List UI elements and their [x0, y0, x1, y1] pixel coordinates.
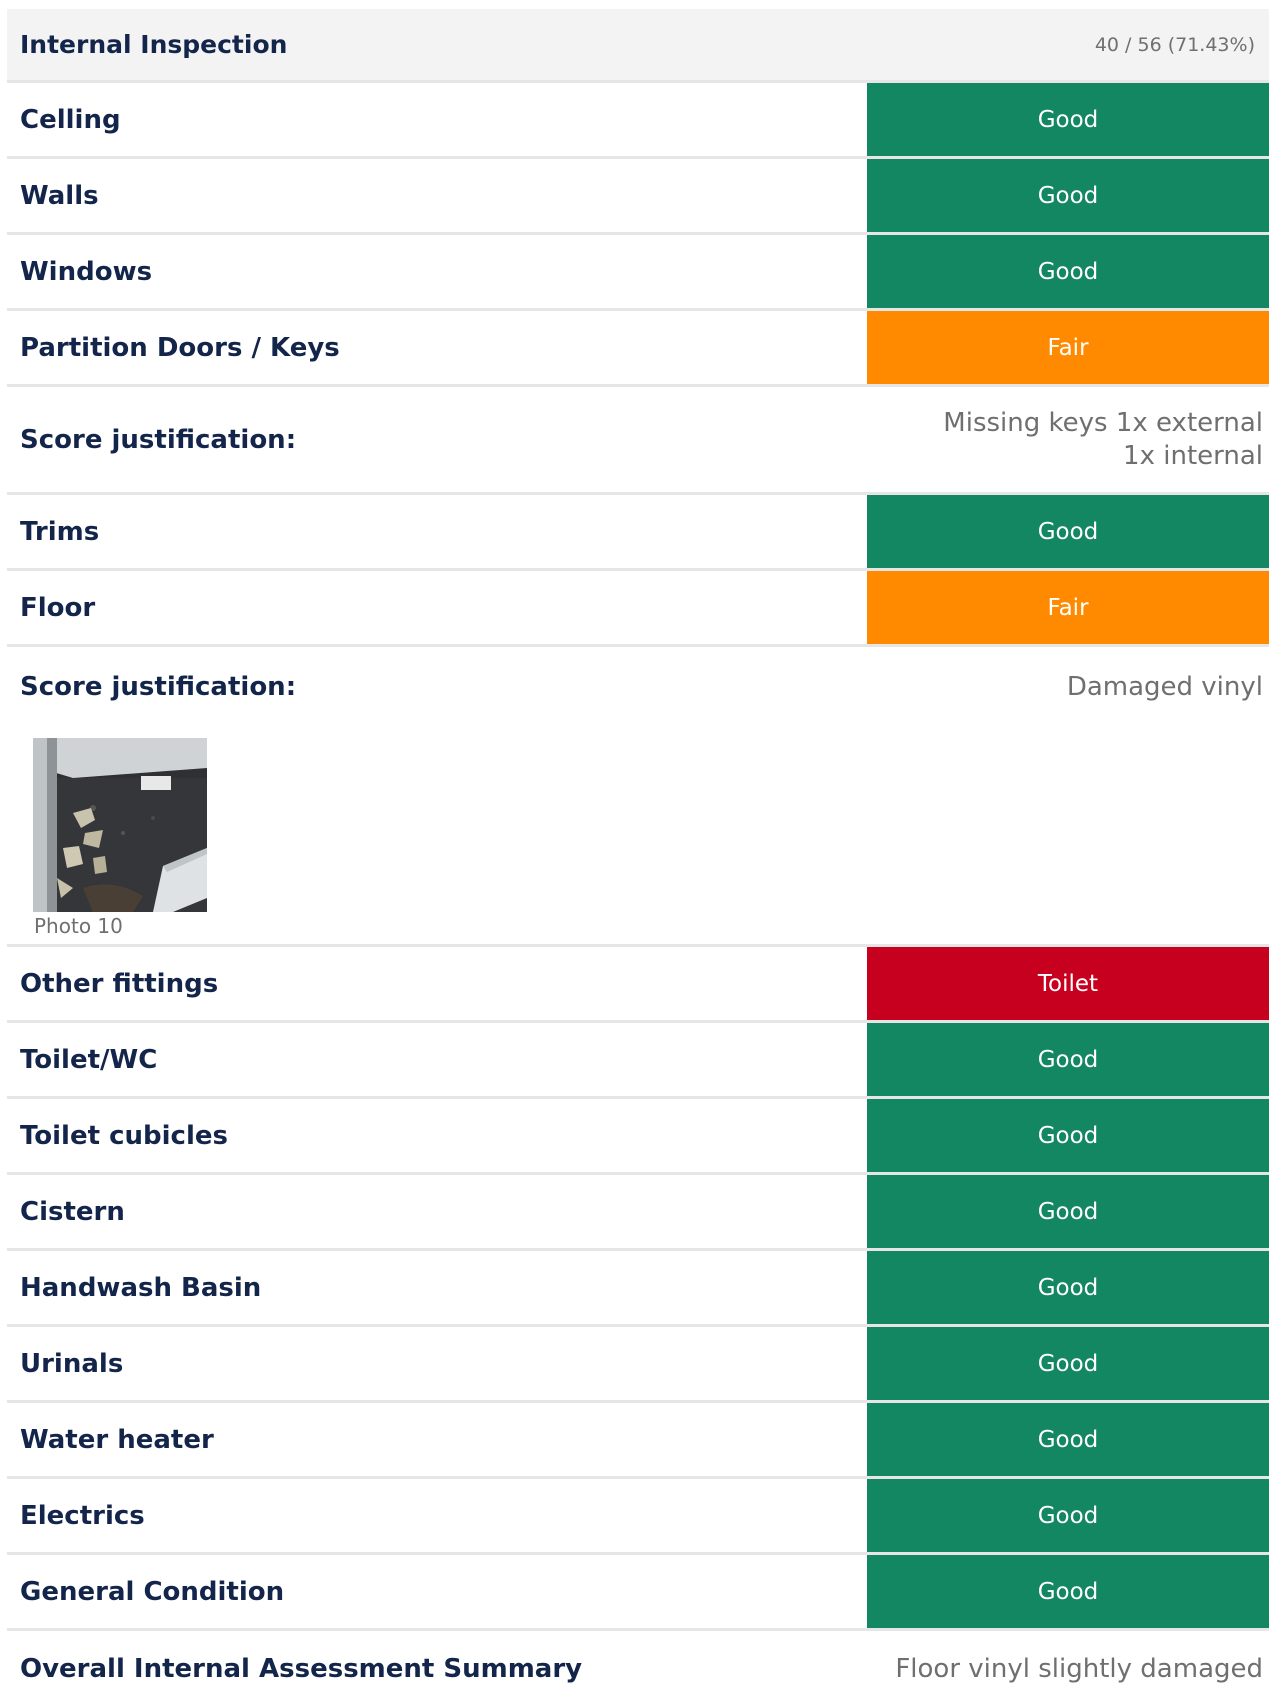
- inspection-item-label: Trims: [20, 516, 100, 547]
- section-header: Internal Inspection 40 / 56 (71.43%): [7, 9, 1269, 83]
- rating-badge: Good: [867, 1099, 1269, 1172]
- inspection-row: General Condition Good: [7, 1555, 1269, 1631]
- inspection-row: Celling Good: [7, 83, 1269, 159]
- inspection-row: Windows Good: [7, 235, 1269, 311]
- justification-label: Score justification:: [20, 424, 297, 455]
- inspection-row: Urinals Good: [7, 1327, 1269, 1403]
- floor-photo-graphic: [33, 738, 207, 912]
- inspection-item-label: Water heater: [20, 1424, 214, 1455]
- rating-badge: Good: [867, 235, 1269, 308]
- inspection-row: Partition Doors / Keys Fair: [7, 311, 1269, 387]
- inspection-report: Internal Inspection 40 / 56 (71.43%) Cel…: [7, 9, 1269, 1707]
- inspection-item-label: Windows: [20, 256, 153, 287]
- rating-badge: Good: [867, 1403, 1269, 1476]
- rating-badge: Fair: [867, 571, 1269, 644]
- section-title: Internal Inspection: [20, 30, 288, 59]
- inspection-row: Handwash Basin Good: [7, 1251, 1269, 1327]
- inspection-item-label: Electrics: [20, 1500, 145, 1531]
- inspection-row: Toilet/WC Good: [7, 1023, 1269, 1099]
- inspection-row: Other fittings Toilet: [7, 947, 1269, 1023]
- summary-value: Floor vinyl slightly damaged: [895, 1653, 1263, 1684]
- inspection-items-group-c: Other fittings Toilet Toilet/WC Good Toilet …: [7, 947, 1269, 1631]
- justification-value: Damaged vinyl: [1066, 671, 1263, 702]
- inspection-item-label: General Condition: [20, 1576, 285, 1607]
- section-score: 40 / 56 (71.43%): [1094, 33, 1255, 56]
- rating-badge: Good: [867, 1251, 1269, 1324]
- inspection-row: Trims Good: [7, 495, 1269, 571]
- inspection-row: Toilet cubicles Good: [7, 1099, 1269, 1175]
- score-justification-floor: Score justification: Damaged vinyl Photo…: [7, 647, 1269, 947]
- inspection-item-label: Celling: [20, 104, 121, 135]
- rating-badge: Good: [867, 1327, 1269, 1400]
- inspection-row: Water heater Good: [7, 1403, 1269, 1479]
- rating-badge: Good: [867, 1479, 1269, 1552]
- inspection-items-group-b: Trims Good Floor Fair: [7, 495, 1269, 647]
- inspection-item-label: Floor: [20, 592, 96, 623]
- rating-badge: Good: [867, 1555, 1269, 1628]
- inspection-row: Cistern Good: [7, 1175, 1269, 1251]
- rating-badge: Toilet: [867, 947, 1269, 1020]
- inspection-item-label: Toilet/WC: [20, 1044, 158, 1075]
- rating-badge: Good: [867, 159, 1269, 232]
- inspection-item-label: Walls: [20, 180, 99, 211]
- justification-label: Score justification:: [20, 672, 297, 702]
- rating-badge: Good: [867, 495, 1269, 568]
- inspection-row: Electrics Good: [7, 1479, 1269, 1555]
- inspection-item-label: Urinals: [20, 1348, 124, 1379]
- photo-thumbnail[interactable]: Photo 10: [33, 738, 207, 938]
- inspection-item-label: Other fittings: [20, 968, 219, 999]
- inspection-row: Floor Fair: [7, 571, 1269, 647]
- inspection-items-group-a: Celling Good Walls Good Windows Good Partition…: [7, 83, 1269, 387]
- inspection-item-label: Handwash Basin: [20, 1272, 262, 1303]
- score-justification-keys: Score justification: Missing keys 1x ext…: [7, 387, 1269, 495]
- rating-badge: Good: [867, 1023, 1269, 1096]
- photo-caption: Photo 10: [34, 914, 123, 938]
- inspection-item-label: Partition Doors / Keys: [20, 332, 340, 363]
- photo-image[interactable]: [33, 738, 207, 912]
- overall-summary: Overall Internal Assessment Summary Floo…: [7, 1631, 1269, 1707]
- rating-badge: Good: [867, 83, 1269, 156]
- inspection-item-label: Cistern: [20, 1196, 125, 1227]
- inspection-row: Walls Good: [7, 159, 1269, 235]
- rating-badge: Good: [867, 1175, 1269, 1248]
- rating-badge: Fair: [867, 311, 1269, 384]
- summary-label: Overall Internal Assessment Summary: [20, 1654, 583, 1684]
- justification-value: Missing keys 1x external 1x internal: [943, 407, 1263, 471]
- inspection-item-label: Toilet cubicles: [20, 1120, 228, 1151]
